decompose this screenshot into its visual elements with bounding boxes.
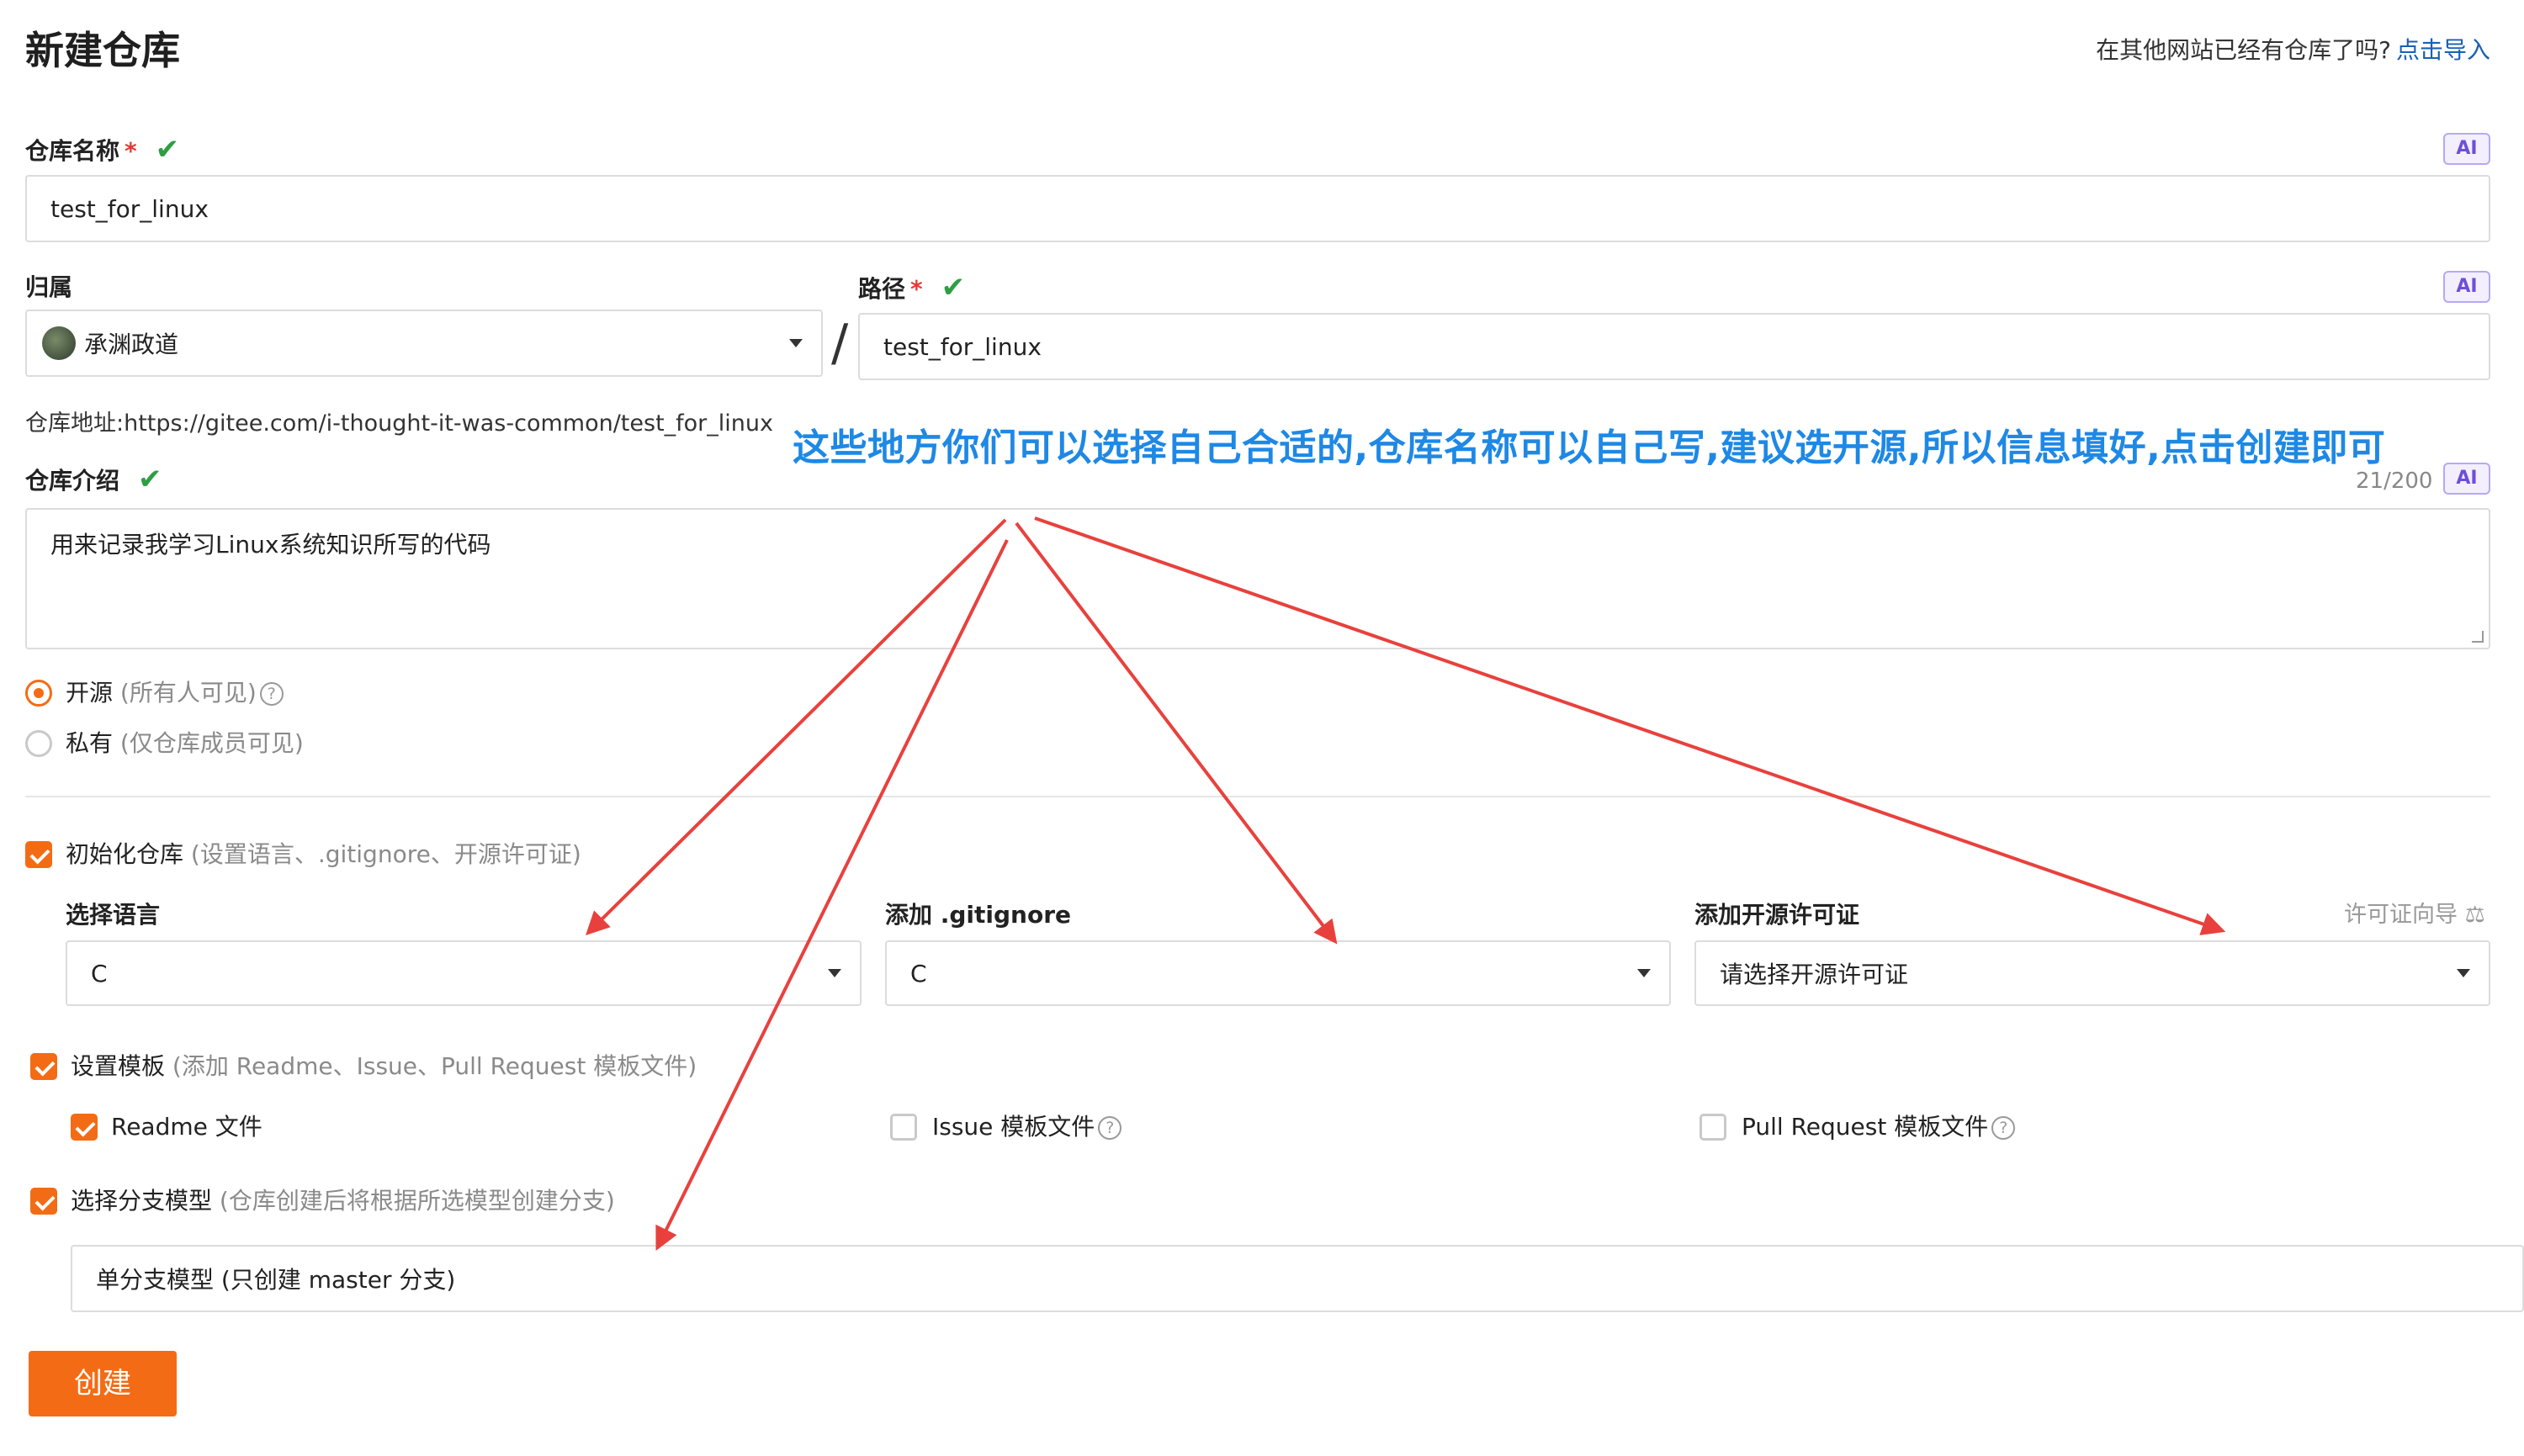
owner-select[interactable]: 承渊政道: [25, 310, 823, 377]
help-icon[interactable]: ?: [1098, 1116, 1122, 1140]
import-question: 在其他网站已经有仓库了吗?: [2096, 36, 2391, 64]
create-button[interactable]: 创建: [29, 1351, 177, 1416]
path-label: 路径 * ✔: [858, 271, 966, 304]
description-textarea[interactable]: 用来记录我学习Linux系统知识所写的代码: [25, 508, 2490, 649]
readme-checkbox[interactable]: [71, 1114, 98, 1141]
issue-template-checkbox[interactable]: [890, 1114, 917, 1141]
ai-assist-button[interactable]: AI: [2443, 133, 2490, 165]
check-icon: ✔: [941, 271, 966, 304]
issue-template-option[interactable]: Issue 模板文件?: [932, 1110, 1122, 1144]
owner-label: 归属: [25, 273, 73, 301]
char-counter: 21/200: [2356, 469, 2433, 494]
gitignore-value: C: [910, 959, 927, 987]
avatar: [42, 326, 76, 360]
license-label: 添加开源许可证: [1694, 901, 1860, 929]
repo-name-input[interactable]: test_for_linux: [25, 175, 2490, 242]
chevron-down-icon: [828, 969, 841, 977]
divider: [25, 796, 2490, 797]
language-value: C: [91, 959, 108, 987]
private-radio[interactable]: [25, 730, 52, 757]
branch-model-select[interactable]: 单分支模型 (只创建 master 分支): [71, 1245, 2524, 1312]
chevron-down-icon: [2457, 969, 2470, 977]
readme-option[interactable]: Readme 文件: [111, 1110, 262, 1144]
license-select[interactable]: 请选择开源许可证: [1694, 940, 2490, 1006]
branch-model-checkbox[interactable]: [30, 1188, 57, 1215]
repo-address: 仓库地址:https://gitee.com/i-thought-it-was-…: [25, 410, 773, 437]
ai-assist-button[interactable]: AI: [2443, 271, 2490, 303]
branch-model-option[interactable]: 选择分支模型 (仓库创建后将根据所选模型创建分支): [71, 1184, 615, 1218]
chevron-down-icon: [1637, 969, 1651, 977]
gitignore-label: 添加 .gitignore: [885, 901, 1072, 929]
public-option[interactable]: 开源 (所有人可见)?: [66, 676, 284, 710]
pr-template-checkbox[interactable]: [1699, 1114, 1726, 1141]
import-link[interactable]: 点击导入: [2396, 34, 2490, 67]
license-guide-link[interactable]: 许可证向导 ⚖: [2344, 898, 2485, 932]
gitignore-select[interactable]: C: [885, 940, 1671, 1006]
path-input[interactable]: test_for_linux: [858, 313, 2490, 380]
scale-icon: ⚖: [2464, 902, 2485, 928]
page-title: 新建仓库: [25, 28, 180, 73]
language-label: 选择语言: [66, 901, 161, 929]
path-separator: /: [831, 314, 849, 373]
private-option[interactable]: 私有 (仅仓库成员可见): [66, 727, 304, 760]
help-icon[interactable]: ?: [259, 682, 284, 706]
template-option[interactable]: 设置模板 (添加 Readme、Issue、Pull Request 模板文件): [71, 1050, 697, 1083]
init-repo-checkbox[interactable]: [25, 841, 52, 868]
license-value: 请选择开源许可证: [1720, 961, 1909, 988]
help-icon[interactable]: ?: [1991, 1116, 2016, 1140]
repo-name-label: 仓库名称 * ✔: [25, 133, 180, 167]
pr-template-option[interactable]: Pull Request 模板文件?: [1742, 1110, 2016, 1144]
ai-assist-button[interactable]: AI: [2443, 463, 2490, 495]
language-select[interactable]: C: [66, 940, 862, 1006]
owner-value: 承渊政道: [84, 331, 179, 358]
description-value: 用来记录我学习Linux系统知识所写的代码: [50, 531, 491, 559]
template-checkbox[interactable]: [30, 1053, 57, 1080]
chevron-down-icon: [789, 339, 803, 347]
description-label: 仓库介绍 ✔: [25, 463, 162, 496]
public-radio[interactable]: [25, 680, 52, 707]
resize-handle[interactable]: [2472, 631, 2484, 643]
annotation-text: 这些地方你们可以选择自己合适的,仓库名称可以自己写,建议选开源,所以信息填好,点…: [793, 426, 2386, 469]
check-icon: ✔: [155, 133, 180, 167]
init-repo-option[interactable]: 初始化仓库 (设置语言、.gitignore、开源许可证): [66, 838, 581, 871]
check-icon: ✔: [138, 463, 162, 496]
